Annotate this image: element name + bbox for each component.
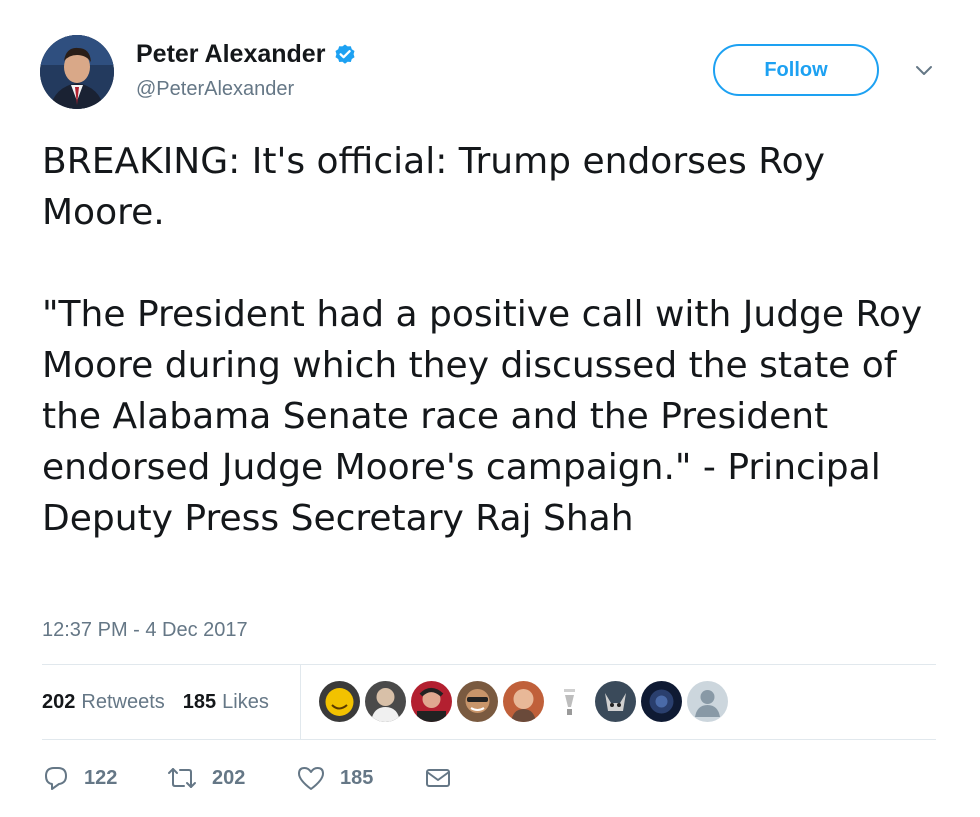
retweets-label: Retweets <box>81 690 165 713</box>
author-display-name[interactable]: Peter Alexander <box>136 40 325 69</box>
tweet-text: BREAKING: It's official: Trump endorses … <box>42 141 923 539</box>
reply-button[interactable]: 122 <box>42 764 166 792</box>
author-avatar[interactable] <box>40 35 114 109</box>
liker-avatar[interactable] <box>595 681 636 722</box>
tweet-timestamp[interactable]: 12:37 PM - 4 Dec 2017 <box>42 619 248 642</box>
liker-avatar[interactable] <box>457 681 498 722</box>
stats-separator <box>300 665 301 739</box>
retweets-stat[interactable]: 202 Retweets <box>42 691 165 714</box>
heart-icon <box>298 767 324 790</box>
liker-avatar[interactable] <box>641 681 682 722</box>
liker-avatar[interactable] <box>411 681 452 722</box>
author-name-row: Peter Alexander <box>136 40 357 69</box>
retweet-count: 202 <box>212 766 246 789</box>
liker-avatar[interactable] <box>319 681 360 722</box>
like-count: 185 <box>340 766 374 789</box>
retweet-icon <box>168 768 196 788</box>
chevron-down-icon[interactable] <box>912 60 936 80</box>
likes-count: 185 <box>182 690 217 713</box>
divider <box>42 739 936 740</box>
reply-icon <box>45 767 67 790</box>
like-button[interactable]: 185 <box>296 764 424 792</box>
liker-avatar[interactable] <box>549 681 590 722</box>
liker-avatars <box>319 681 728 722</box>
retweet-button[interactable]: 202 <box>166 764 296 792</box>
author-handle[interactable]: @PeterAlexander <box>136 78 294 101</box>
tweet-card: Peter Alexander @PeterAlexander Follow B… <box>0 0 980 817</box>
likes-stat[interactable]: 185 Likes <box>183 691 269 714</box>
default-avatar[interactable] <box>687 681 728 722</box>
likes-label: Likes <box>222 690 269 713</box>
direct-message-button[interactable] <box>424 764 452 792</box>
liker-avatar[interactable] <box>365 681 406 722</box>
tweet-actions: 122 202 185 <box>42 760 452 796</box>
tweet-stats: 202 Retweets 185 Likes <box>42 665 287 739</box>
reply-count: 122 <box>84 766 118 789</box>
retweets-count: 202 <box>42 690 76 713</box>
envelope-icon <box>426 769 450 787</box>
verified-badge-icon <box>333 43 357 67</box>
follow-button[interactable]: Follow <box>713 44 879 96</box>
liker-avatar[interactable] <box>503 681 544 722</box>
